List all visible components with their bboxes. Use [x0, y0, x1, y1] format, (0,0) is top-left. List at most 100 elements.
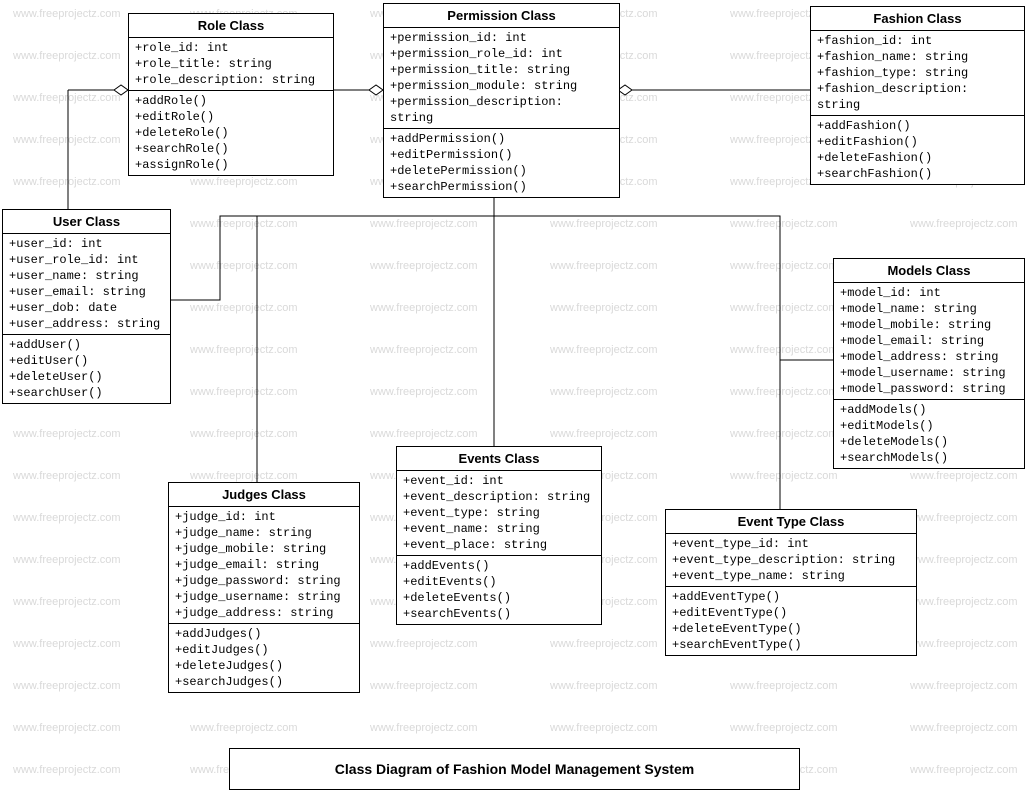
class-title: Role Class: [129, 14, 333, 38]
watermark-text: www.freeprojectz.com: [13, 50, 121, 62]
class-member: +permission_description: string: [390, 94, 613, 126]
class-member: +searchRole(): [135, 141, 327, 157]
watermark-text: www.freeprojectz.com: [13, 428, 121, 440]
watermark-text: www.freeprojectz.com: [730, 302, 838, 314]
class-member: +editPermission(): [390, 147, 613, 163]
class-member: +fashion_type: string: [817, 65, 1018, 81]
class-ops: +addRole()+editRole()+deleteRole()+searc…: [129, 90, 333, 175]
watermark-text: www.freeprojectz.com: [370, 428, 478, 440]
class-member: +deleteFashion(): [817, 150, 1018, 166]
class-attrs: +model_id: int+model_name: string+model_…: [834, 283, 1024, 399]
class-member: +permission_id: int: [390, 30, 613, 46]
class-member: +fashion_name: string: [817, 49, 1018, 65]
class-member: +model_email: string: [840, 333, 1018, 349]
watermark-text: www.freeprojectz.com: [550, 386, 658, 398]
class-member: +model_name: string: [840, 301, 1018, 317]
watermark-text: www.freeprojectz.com: [910, 554, 1018, 566]
class-member: +addEvents(): [403, 558, 595, 574]
watermark-text: www.freeprojectz.com: [730, 386, 838, 398]
class-title: Fashion Class: [811, 7, 1024, 31]
class-member: +searchUser(): [9, 385, 164, 401]
watermark-text: www.freeprojectz.com: [910, 512, 1018, 524]
watermark-text: www.freeprojectz.com: [190, 428, 298, 440]
watermark-text: www.freeprojectz.com: [370, 344, 478, 356]
class-member: +event_id: int: [403, 473, 595, 489]
class-attrs: +event_type_id: int+event_type_descripti…: [666, 534, 916, 586]
watermark-text: www.freeprojectz.com: [13, 596, 121, 608]
watermark-text: www.freeprojectz.com: [13, 512, 121, 524]
watermark-text: www.freeprojectz.com: [910, 722, 1018, 734]
class-member: +searchModels(): [840, 450, 1018, 466]
watermark-text: www.freeprojectz.com: [550, 638, 658, 650]
watermark-text: www.freeprojectz.com: [13, 554, 121, 566]
watermark-text: www.freeprojectz.com: [730, 218, 838, 230]
class-member: +event_type_id: int: [672, 536, 910, 552]
watermark-text: www.freeprojectz.com: [730, 470, 838, 482]
class-member: +event_place: string: [403, 537, 595, 553]
class-member: +deleteRole(): [135, 125, 327, 141]
watermark-text: www.freeprojectz.com: [550, 680, 658, 692]
class-member: +user_name: string: [9, 268, 164, 284]
class-member: +role_description: string: [135, 72, 327, 88]
class-member: +model_id: int: [840, 285, 1018, 301]
class-member: +model_password: string: [840, 381, 1018, 397]
watermark-text: www.freeprojectz.com: [550, 344, 658, 356]
class-member: +event_type_name: string: [672, 568, 910, 584]
class-member: +model_address: string: [840, 349, 1018, 365]
watermark-text: www.freeprojectz.com: [910, 470, 1018, 482]
watermark-text: www.freeprojectz.com: [190, 344, 298, 356]
watermark-text: www.freeprojectz.com: [370, 218, 478, 230]
watermark-text: www.freeprojectz.com: [370, 722, 478, 734]
watermark-text: www.freeprojectz.com: [13, 8, 121, 20]
watermark-text: www.freeprojectz.com: [550, 722, 658, 734]
class-member: +role_title: string: [135, 56, 327, 72]
class-member: +user_dob: date: [9, 300, 164, 316]
class-attrs: +fashion_id: int+fashion_name: string+fa…: [811, 31, 1024, 115]
watermark-text: www.freeprojectz.com: [190, 722, 298, 734]
class-member: +addEventType(): [672, 589, 910, 605]
class-member: +deletePermission(): [390, 163, 613, 179]
class-member: +fashion_description: string: [817, 81, 1018, 113]
class-models: Models Class +model_id: int+model_name: …: [833, 258, 1025, 469]
watermark-text: www.freeprojectz.com: [190, 386, 298, 398]
class-member: +editFashion(): [817, 134, 1018, 150]
watermark-text: www.freeprojectz.com: [190, 176, 298, 188]
class-member: +addModels(): [840, 402, 1018, 418]
class-member: +deleteEventType(): [672, 621, 910, 637]
class-member: +judge_mobile: string: [175, 541, 353, 557]
class-member: +editEventType(): [672, 605, 910, 621]
class-member: +addUser(): [9, 337, 164, 353]
diagram-title: Class Diagram of Fashion Model Managemen…: [229, 748, 800, 790]
class-member: +user_address: string: [9, 316, 164, 332]
class-title: Judges Class: [169, 483, 359, 507]
class-member: +model_username: string: [840, 365, 1018, 381]
class-member: +event_name: string: [403, 521, 595, 537]
class-member: +permission_title: string: [390, 62, 613, 78]
class-ops: +addPermission()+editPermission()+delete…: [384, 128, 619, 197]
class-member: +user_id: int: [9, 236, 164, 252]
class-role: Role Class +role_id: int+role_title: str…: [128, 13, 334, 176]
class-member: +editEvents(): [403, 574, 595, 590]
watermark-text: www.freeprojectz.com: [910, 680, 1018, 692]
watermark-text: www.freeprojectz.com: [730, 680, 838, 692]
class-attrs: +permission_id: int+permission_role_id: …: [384, 28, 619, 128]
watermark-text: www.freeprojectz.com: [910, 218, 1018, 230]
class-member: +judge_username: string: [175, 589, 353, 605]
watermark-text: www.freeprojectz.com: [13, 92, 121, 104]
watermark-text: www.freeprojectz.com: [190, 260, 298, 272]
class-member: +event_type: string: [403, 505, 595, 521]
class-member: +deleteModels(): [840, 434, 1018, 450]
class-attrs: +event_id: int+event_description: string…: [397, 471, 601, 555]
class-member: +model_mobile: string: [840, 317, 1018, 333]
watermark-text: www.freeprojectz.com: [13, 134, 121, 146]
class-ops: +addEvents()+editEvents()+deleteEvents()…: [397, 555, 601, 624]
class-member: +fashion_id: int: [817, 33, 1018, 49]
class-member: +judge_address: string: [175, 605, 353, 621]
watermark-text: www.freeprojectz.com: [13, 764, 121, 776]
class-user: User Class +user_id: int+user_role_id: i…: [2, 209, 171, 404]
class-member: +judge_password: string: [175, 573, 353, 589]
class-member: +deleteJudges(): [175, 658, 353, 674]
class-member: +addJudges(): [175, 626, 353, 642]
watermark-text: www.freeprojectz.com: [730, 428, 838, 440]
class-member: +user_email: string: [9, 284, 164, 300]
